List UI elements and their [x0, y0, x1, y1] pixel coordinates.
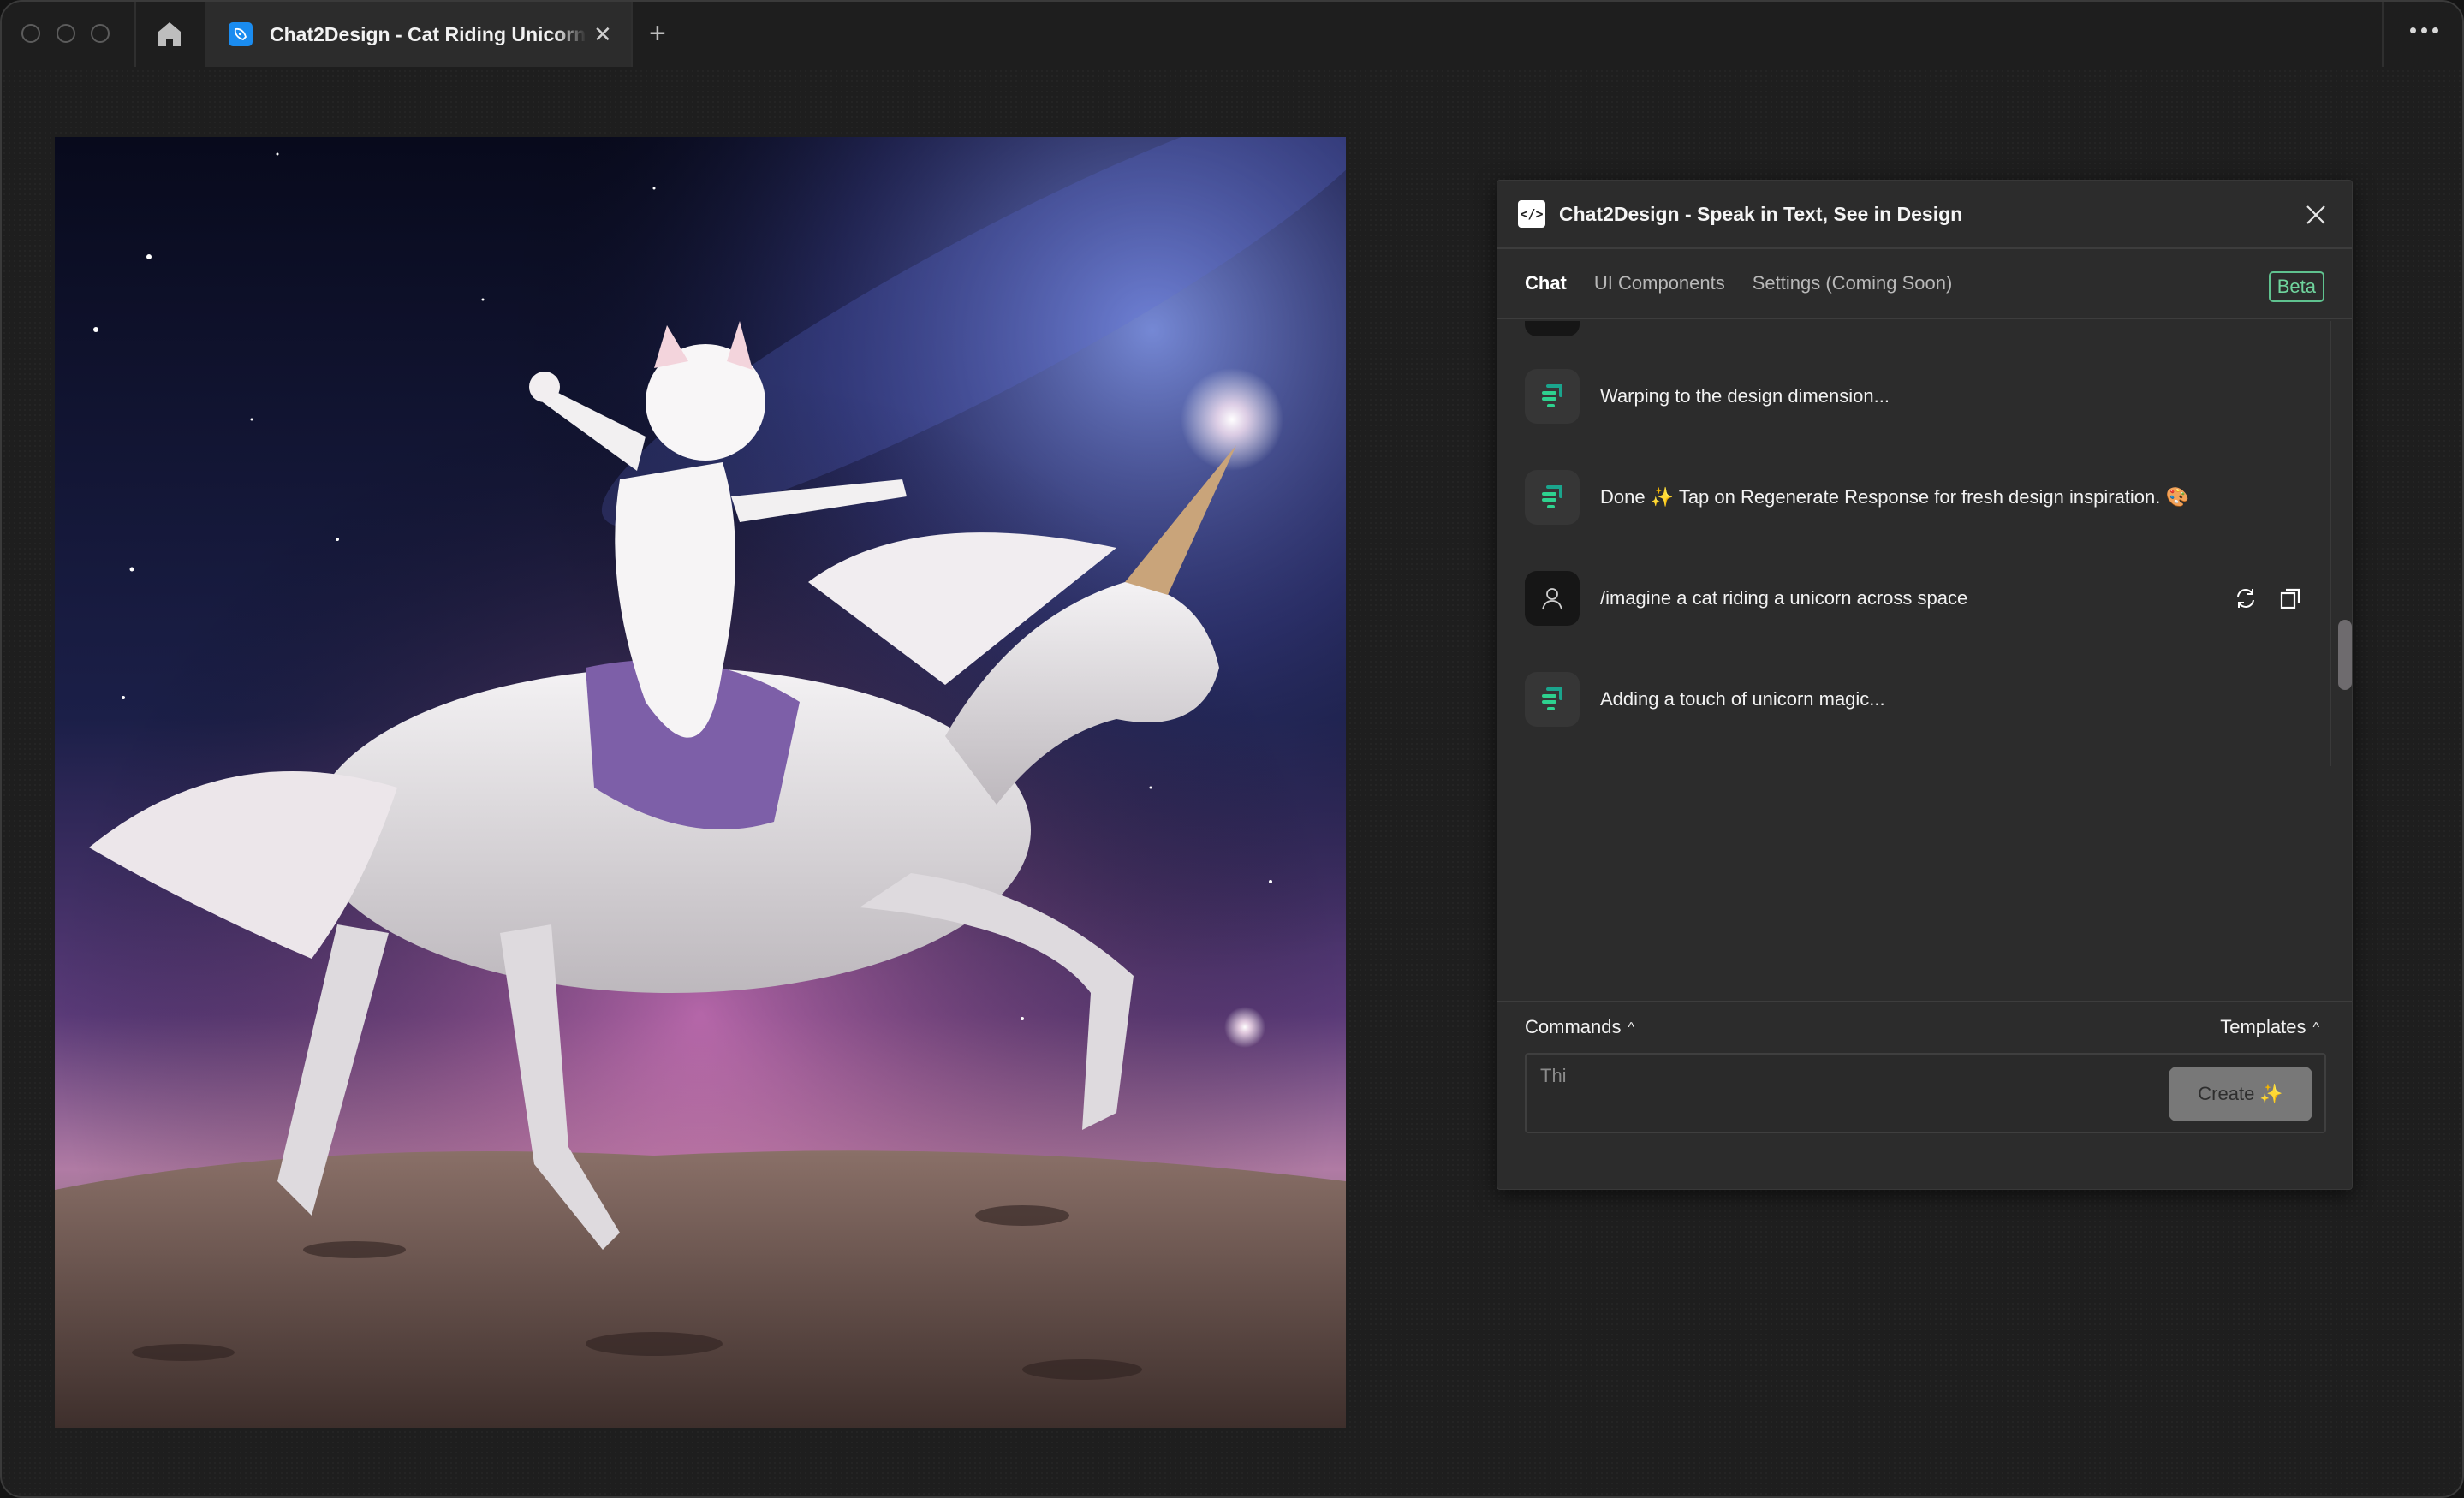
bot-avatar	[1525, 369, 1580, 424]
app-window: Chat2Design - Cat Riding Unicorn in Spac…	[0, 0, 2464, 1498]
bot-icon	[1542, 687, 1562, 710]
dot	[2421, 27, 2427, 33]
chat-message: Done ✨ Tap on Regenerate Response for fr…	[1525, 470, 2304, 525]
prompt-input[interactable]	[1540, 1065, 2140, 1087]
pen-nib-icon	[229, 22, 253, 46]
chat2design-panel: </> Chat2Design - Speak in Text, See in …	[1497, 180, 2353, 1190]
tab-active-file[interactable]: Chat2Design - Cat Riding Unicorn in Spac…	[205, 2, 631, 67]
home-icon	[158, 22, 181, 46]
user-icon	[1542, 588, 1562, 610]
bot-avatar	[1525, 470, 1580, 525]
close-icon	[2306, 205, 2325, 224]
bot-icon	[1542, 485, 1562, 508]
panel-tabs: Chat UI Components Settings (Coming Soon…	[1497, 249, 2352, 319]
prompt-input-container: Create✨	[1525, 1053, 2326, 1133]
message-actions	[2232, 585, 2304, 612]
tab-settings[interactable]: Settings (Coming Soon)	[1753, 272, 1953, 294]
tabbar-divider	[134, 2, 136, 67]
user-avatar-partial	[1525, 321, 1580, 336]
window-minimize-button[interactable]	[57, 24, 75, 43]
code-logo-icon: </>	[1518, 200, 1545, 228]
tabbar-divider	[2382, 2, 2384, 67]
new-tab-button[interactable]: +	[649, 17, 666, 50]
tab-close-icon[interactable]: ✕	[593, 21, 612, 48]
more-horizontal-icon	[2410, 27, 2416, 33]
sparkles-icon: ✨	[2259, 1083, 2283, 1104]
commands-toggle[interactable]: Commands ^	[1525, 1016, 1634, 1038]
generated-image-cat-riding-unicorn[interactable]	[55, 137, 1346, 1428]
message-text: Adding a touch of unicorn magic...	[1600, 688, 1885, 710]
window-maximize-button[interactable]	[91, 24, 110, 43]
panel-close-button[interactable]	[2302, 201, 2330, 229]
chat-scrollbar[interactable]	[2330, 321, 2354, 766]
chat-message: Warping to the design dimension...	[1525, 369, 2304, 424]
templates-toggle[interactable]: Templates ^	[2220, 1016, 2319, 1038]
message-text: /imagine a cat riding a unicorn across s…	[1600, 587, 1968, 609]
tab-title: Chat2Design - Cat Riding Unicorn in Spac…	[270, 22, 586, 45]
tab-bar: Chat2Design - Cat Riding Unicorn in Spac…	[2, 2, 2462, 67]
message-text: Done ✨ Tap on Regenerate Response for fr…	[1600, 486, 2189, 508]
scrollbar-thumb[interactable]	[2338, 620, 2352, 690]
home-button[interactable]	[154, 19, 185, 50]
window-close-button[interactable]	[21, 24, 40, 43]
tab-ui-components[interactable]: UI Components	[1594, 272, 1725, 294]
chat-message-user: /imagine a cat riding a unicorn across s…	[1525, 571, 2304, 626]
message-text: Warping to the design dimension...	[1600, 385, 1890, 407]
tabbar-divider	[631, 2, 633, 67]
create-button[interactable]: Create ✨	[2169, 1067, 2312, 1121]
chat-message: Adding a touch of unicorn magic...	[1525, 672, 2304, 727]
dot	[2432, 27, 2438, 33]
footer-divider	[1497, 1001, 2352, 1002]
copy-button[interactable]	[2277, 585, 2304, 612]
bot-icon	[1542, 384, 1562, 407]
copy-icon	[2280, 588, 2300, 609]
bot-avatar	[1525, 672, 1580, 727]
chevron-up-icon: ^	[1628, 1020, 1634, 1035]
chat-message-list[interactable]: Warping to the design dimension... Done …	[1497, 321, 2354, 766]
regenerate-button[interactable]	[2232, 585, 2259, 612]
create-label: Create	[2198, 1083, 2255, 1104]
beta-badge: Beta	[2268, 271, 2324, 302]
regenerate-icon	[2237, 589, 2254, 608]
tab-chat[interactable]: Chat	[1525, 272, 1567, 294]
panel-header: </> Chat2Design - Speak in Text, See in …	[1497, 181, 2352, 249]
chevron-up-icon: ^	[2312, 1020, 2319, 1035]
templates-label: Templates	[2220, 1016, 2306, 1037]
commands-label: Commands	[1525, 1016, 1622, 1037]
more-options-button[interactable]	[2410, 27, 2438, 33]
user-avatar	[1525, 571, 1580, 626]
panel-title: Chat2Design - Speak in Text, See in Desi…	[1559, 202, 1963, 225]
